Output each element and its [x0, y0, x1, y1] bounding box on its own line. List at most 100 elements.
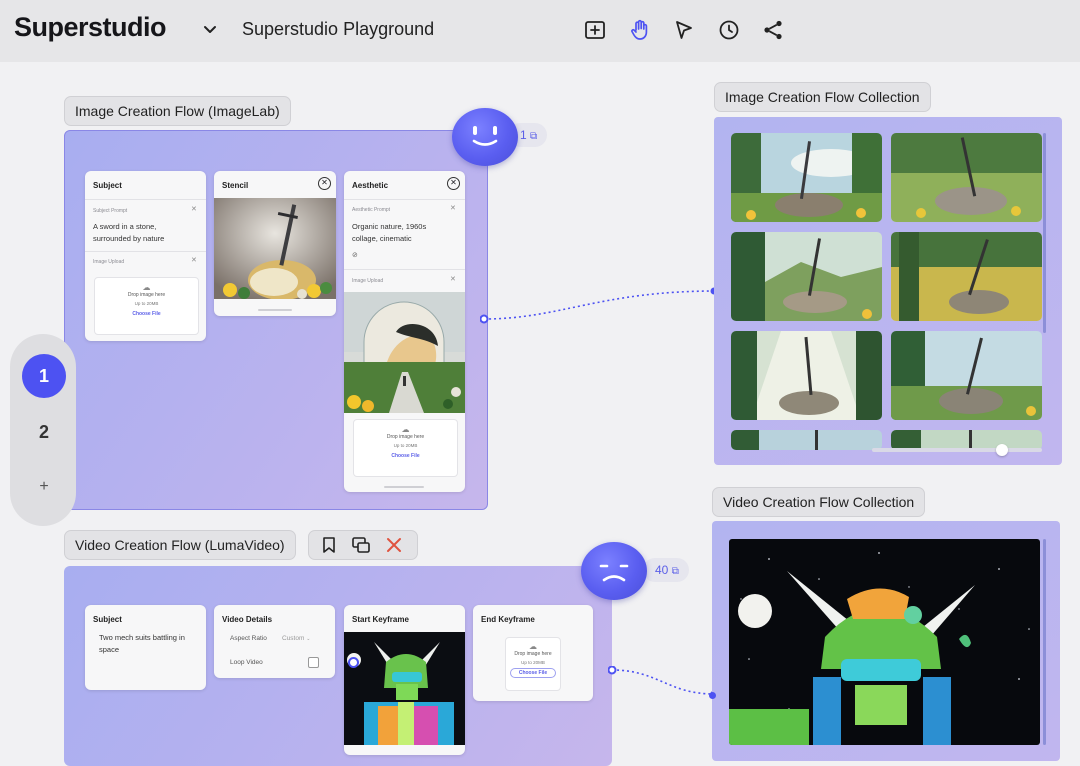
- image-subject-card[interactable]: Subject Subject Prompt ✕ A sword in a st…: [85, 171, 206, 341]
- duplicate-icon[interactable]: [351, 536, 371, 559]
- video-collection-label[interactable]: Video Creation Flow Collection: [712, 487, 926, 517]
- image-flow-connector: [480, 287, 718, 324]
- image-drop-zone[interactable]: ☁ Drop image here Up to 20MB Choose File: [94, 277, 199, 335]
- field-label: Subject Prompt: [93, 208, 128, 214]
- size-text: Up to 20MB: [521, 660, 545, 665]
- image-flow-label[interactable]: Image Creation Flow (ImageLab): [64, 96, 291, 126]
- drop-text: Drop image here: [127, 292, 166, 298]
- drag-handle[interactable]: [384, 486, 424, 488]
- scroll-thumb[interactable]: [996, 444, 1008, 456]
- count-value: 1: [520, 128, 527, 142]
- drag-handle[interactable]: [258, 309, 292, 311]
- link-icon[interactable]: ⊘: [352, 251, 358, 259]
- collection-video[interactable]: [729, 539, 1040, 745]
- card-title: End Keyframe: [481, 615, 535, 624]
- size-text: Up to 20MB: [393, 443, 418, 448]
- chevron-down-icon: ⌄: [306, 636, 311, 642]
- workspace-title[interactable]: Superstudio Playground: [242, 19, 434, 40]
- collection-image[interactable]: [891, 133, 1042, 222]
- field-label: Aesthetic Prompt: [352, 207, 391, 213]
- loop-video-label: Loop Video: [230, 659, 263, 666]
- image-drop-zone[interactable]: ☁ Drop image here Up to 20MB Choose File: [505, 637, 561, 691]
- drop-text: Drop image here: [386, 434, 425, 440]
- cloud-upload-icon: ☁: [401, 425, 410, 434]
- close-icon[interactable]: ✕: [450, 275, 456, 283]
- page-2-button[interactable]: 2: [22, 418, 66, 446]
- start-keyframe-card[interactable]: Start Keyframe: [344, 605, 465, 755]
- video-details-card[interactable]: Video Details Aspect Ratio Custom ⌄ Loop…: [214, 605, 335, 678]
- card-title: Aesthetic: [352, 181, 389, 190]
- aspect-ratio-select[interactable]: Custom ⌄: [282, 635, 310, 642]
- card-title: Subject: [93, 615, 122, 624]
- card-title: Start Keyframe: [352, 615, 409, 624]
- add-page-button[interactable]: +: [22, 476, 66, 498]
- vertical-scrollbar[interactable]: [1043, 539, 1046, 745]
- end-keyframe-card[interactable]: End Keyframe ☁ Drop image here Up to 20M…: [473, 605, 593, 701]
- collection-image[interactable]: [891, 430, 1042, 450]
- brand-logo[interactable]: Superstudio: [14, 12, 167, 43]
- subject-prompt-value[interactable]: A sword in a stone, surrounded by nature: [93, 221, 193, 245]
- video-flow-connector: [608, 666, 718, 698]
- collection-image[interactable]: [731, 133, 882, 222]
- aesthetic-prompt-value[interactable]: Organic nature, 1960s collage, cinematic: [352, 221, 452, 245]
- divider: [85, 199, 206, 200]
- count-value: 40: [655, 563, 669, 577]
- divider: [344, 269, 465, 270]
- close-icon[interactable]: ✕: [450, 204, 456, 212]
- connector-port[interactable]: [348, 657, 359, 668]
- image-drop-zone[interactable]: ☁ Drop image here Up to 20MB Choose File: [353, 419, 458, 477]
- share-icon[interactable]: [760, 17, 786, 43]
- add-frame-icon[interactable]: [582, 17, 608, 43]
- aspect-ratio-label: Aspect Ratio: [230, 635, 267, 642]
- video-subject-card[interactable]: Subject Two mech suits battling in space: [85, 605, 206, 690]
- close-icon[interactable]: ✕: [318, 177, 331, 190]
- collection-image[interactable]: [731, 430, 882, 450]
- copy-icon: ⧉: [530, 131, 538, 142]
- hand-icon[interactable]: [627, 17, 653, 43]
- start-keyframe-image: [344, 632, 465, 745]
- card-title: Subject: [93, 181, 122, 190]
- flow-actions: [308, 530, 418, 560]
- cloud-upload-icon: ☁: [529, 642, 537, 651]
- choose-file-link[interactable]: Choose File: [95, 311, 198, 317]
- bookmark-icon[interactable]: [321, 536, 337, 559]
- choose-file-button[interactable]: Choose File: [510, 668, 556, 678]
- aesthetic-card[interactable]: Aesthetic ✕ Aesthetic Prompt ✕ Organic n…: [344, 171, 465, 492]
- size-text: Up to 20MB: [134, 301, 159, 306]
- field-label: Image Upload: [352, 278, 384, 284]
- page-1-button[interactable]: 1: [22, 354, 66, 398]
- stencil-image: [214, 198, 336, 299]
- delete-icon[interactable]: [385, 536, 403, 559]
- loop-video-checkbox[interactable]: [308, 657, 319, 668]
- pointer-icon[interactable]: [671, 17, 697, 43]
- close-icon[interactable]: ✕: [447, 177, 460, 190]
- drop-text: Drop image here: [514, 651, 552, 657]
- close-icon[interactable]: ✕: [191, 205, 197, 213]
- card-title: Stencil: [222, 181, 249, 190]
- happy-face-bubble[interactable]: [452, 108, 518, 166]
- field-label: Image Upload: [93, 259, 125, 265]
- card-title: Video Details: [222, 615, 273, 624]
- collection-image[interactable]: [731, 331, 882, 420]
- vertical-scrollbar[interactable]: [1043, 133, 1046, 333]
- close-icon[interactable]: ✕: [191, 256, 197, 264]
- sad-face-bubble[interactable]: [581, 542, 647, 600]
- horizontal-scrollbar[interactable]: [872, 448, 1042, 452]
- connector-port[interactable]: [709, 692, 716, 699]
- generation-count-badge[interactable]: 40 ⧉: [643, 558, 689, 582]
- collection-image[interactable]: [891, 331, 1042, 420]
- choose-file-link[interactable]: Choose File: [354, 453, 457, 459]
- divider: [344, 199, 465, 200]
- stencil-card[interactable]: Stencil ✕: [214, 171, 336, 316]
- subject-prompt-value[interactable]: Two mech suits battling in space: [99, 632, 195, 656]
- chevron-down-icon[interactable]: [200, 19, 220, 39]
- divider: [85, 251, 206, 252]
- aesthetic-image: [344, 292, 465, 413]
- collection-image[interactable]: [731, 232, 882, 321]
- history-icon[interactable]: [716, 17, 742, 43]
- cloud-upload-icon: ☁: [142, 283, 151, 292]
- copy-icon: ⧉: [671, 566, 679, 577]
- image-collection-label[interactable]: Image Creation Flow Collection: [714, 82, 931, 112]
- video-flow-label[interactable]: Video Creation Flow (LumaVideo): [64, 530, 296, 560]
- collection-image[interactable]: [891, 232, 1042, 321]
